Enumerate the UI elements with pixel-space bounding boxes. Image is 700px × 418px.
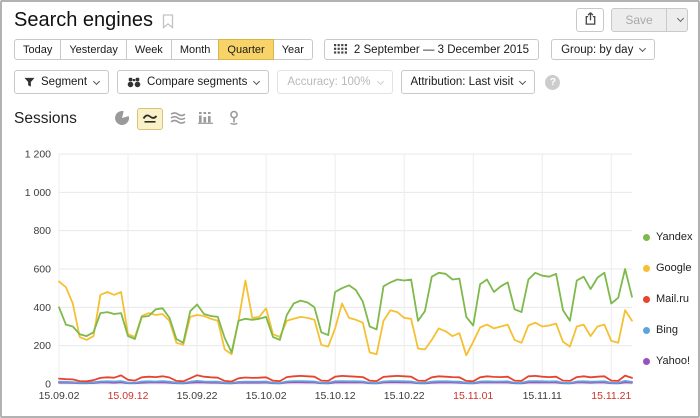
tab-week[interactable]: Week xyxy=(126,39,172,60)
save-split-button: Save xyxy=(611,8,688,32)
period-toolbar: Today Yesterday Week Month Quarter Year … xyxy=(14,39,655,60)
accuracy-label: Accuracy: 100% xyxy=(287,76,370,88)
x-axis-label: 15.11.11 xyxy=(523,390,562,402)
chart-type-stacked-area-button[interactable] xyxy=(165,108,191,130)
x-axis-label: 15.09.02 xyxy=(39,390,80,402)
legend-dot xyxy=(643,327,650,334)
sessions-chart: 1 200 1 000 800 600 400 200 015.09.02 15.09.12 1… xyxy=(2,148,698,410)
date-range-button[interactable]: 2 September — 3 December 2015 xyxy=(324,39,539,60)
chevron-down-icon xyxy=(93,77,100,84)
y-axis-label: 1 000 xyxy=(25,187,51,199)
export-icon xyxy=(583,11,598,29)
tab-month[interactable]: Month xyxy=(171,39,220,60)
legend-dot xyxy=(643,358,650,365)
line-chart-icon xyxy=(142,111,158,127)
chart-type-columns-button[interactable] xyxy=(193,108,219,130)
metric-label: Sessions xyxy=(14,110,77,128)
stacked-area-icon xyxy=(170,111,186,127)
compare-segments-button[interactable]: Compare segments xyxy=(117,70,269,94)
filter-icon xyxy=(24,77,35,88)
legend-label: Yandex xyxy=(656,231,693,243)
x-axis-label: 15.09.22 xyxy=(177,390,218,402)
x-axis-label: 15.10.02 xyxy=(246,390,287,402)
chart-type-pie-button[interactable] xyxy=(109,108,135,130)
x-axis-label: 15.10.12 xyxy=(315,390,356,402)
map-pin-icon xyxy=(228,110,240,128)
chevron-down-icon xyxy=(376,77,383,84)
group-by-dropdown[interactable]: Group: by day xyxy=(551,39,655,60)
header-actions: Save xyxy=(576,8,688,32)
segment-toolbar: Segment Compare segments Accuracy: 100% … xyxy=(14,70,560,94)
y-axis-label: 600 xyxy=(33,264,51,276)
chart-legend: Yandex Google Mail.ru Bing Yahoo! xyxy=(643,230,693,385)
x-axis-label: 15.10.22 xyxy=(384,390,425,402)
tab-today[interactable]: Today xyxy=(14,39,61,60)
compare-segments-label: Compare segments xyxy=(147,76,247,88)
chevron-down-icon xyxy=(519,77,526,84)
legend-item-yahoo[interactable]: Yahoo! xyxy=(643,354,693,368)
legend-item-mailru[interactable]: Mail.ru xyxy=(643,292,693,306)
series-line-google[interactable] xyxy=(59,281,632,356)
period-tabs: Today Yesterday Week Month Quarter Year xyxy=(14,39,313,60)
legend-label: Yahoo! xyxy=(656,355,690,367)
legend-item-yandex[interactable]: Yandex xyxy=(643,230,693,244)
y-axis-label: 0 xyxy=(45,379,51,391)
accuracy-dropdown[interactable]: Accuracy: 100% xyxy=(277,70,392,94)
help-icon[interactable]: ? xyxy=(545,75,560,90)
calendar-icon xyxy=(334,44,347,55)
y-axis-label: 200 xyxy=(33,340,51,352)
legend-label: Mail.ru xyxy=(656,293,689,305)
search-engines-report-page: Search engines Save Today Yesterday Week xyxy=(0,0,700,418)
column-chart-icon xyxy=(198,111,213,127)
legend-dot xyxy=(643,296,650,303)
chevron-down-icon xyxy=(253,77,260,84)
tab-year[interactable]: Year xyxy=(273,39,313,60)
chart-type-map-button[interactable] xyxy=(221,108,247,130)
pie-chart-icon xyxy=(115,111,129,128)
y-axis-label: 800 xyxy=(33,225,51,237)
segment-button[interactable]: Segment xyxy=(14,70,109,94)
bookmark-icon[interactable] xyxy=(162,14,174,29)
legend-dot xyxy=(643,234,650,241)
series-line-yahoo[interactable] xyxy=(59,382,632,383)
x-axis-label: 15.11.21 xyxy=(591,390,631,402)
legend-label: Google xyxy=(656,262,691,274)
legend-dot xyxy=(643,265,650,272)
legend-item-bing[interactable]: Bing xyxy=(643,323,693,337)
metric-row: Sessions xyxy=(14,108,247,130)
save-button[interactable]: Save xyxy=(611,8,667,32)
report-header: Search engines Save xyxy=(14,8,688,32)
chart-type-switcher xyxy=(109,108,247,130)
date-range-label: 2 September — 3 December 2015 xyxy=(354,44,529,56)
x-axis-label: 15.09.12 xyxy=(108,390,149,402)
chevron-down-icon xyxy=(639,45,646,52)
segment-label: Segment xyxy=(41,76,87,88)
export-button[interactable] xyxy=(576,8,604,32)
tab-yesterday[interactable]: Yesterday xyxy=(60,39,127,60)
attribution-dropdown[interactable]: Attribution: Last visit xyxy=(401,70,536,94)
y-axis-label: 1 200 xyxy=(25,149,51,161)
legend-label: Bing xyxy=(656,324,678,336)
legend-item-google[interactable]: Google xyxy=(643,261,693,275)
chevron-down-icon xyxy=(677,14,684,21)
binoculars-icon xyxy=(127,77,141,88)
page-title: Search engines xyxy=(14,9,153,32)
attribution-label: Attribution: Last visit xyxy=(411,76,514,88)
tab-quarter[interactable]: Quarter xyxy=(218,39,273,60)
save-dropdown-button[interactable] xyxy=(666,8,688,32)
x-axis-label: 15.11.01 xyxy=(453,390,493,402)
sessions-chart-svg[interactable]: 1 200 1 000 800 600 400 200 015.09.02 15.09.12 1… xyxy=(2,148,698,406)
chart-type-line-button[interactable] xyxy=(137,108,163,130)
group-by-label: Group: by day xyxy=(561,44,633,56)
y-axis-label: 400 xyxy=(33,302,51,314)
